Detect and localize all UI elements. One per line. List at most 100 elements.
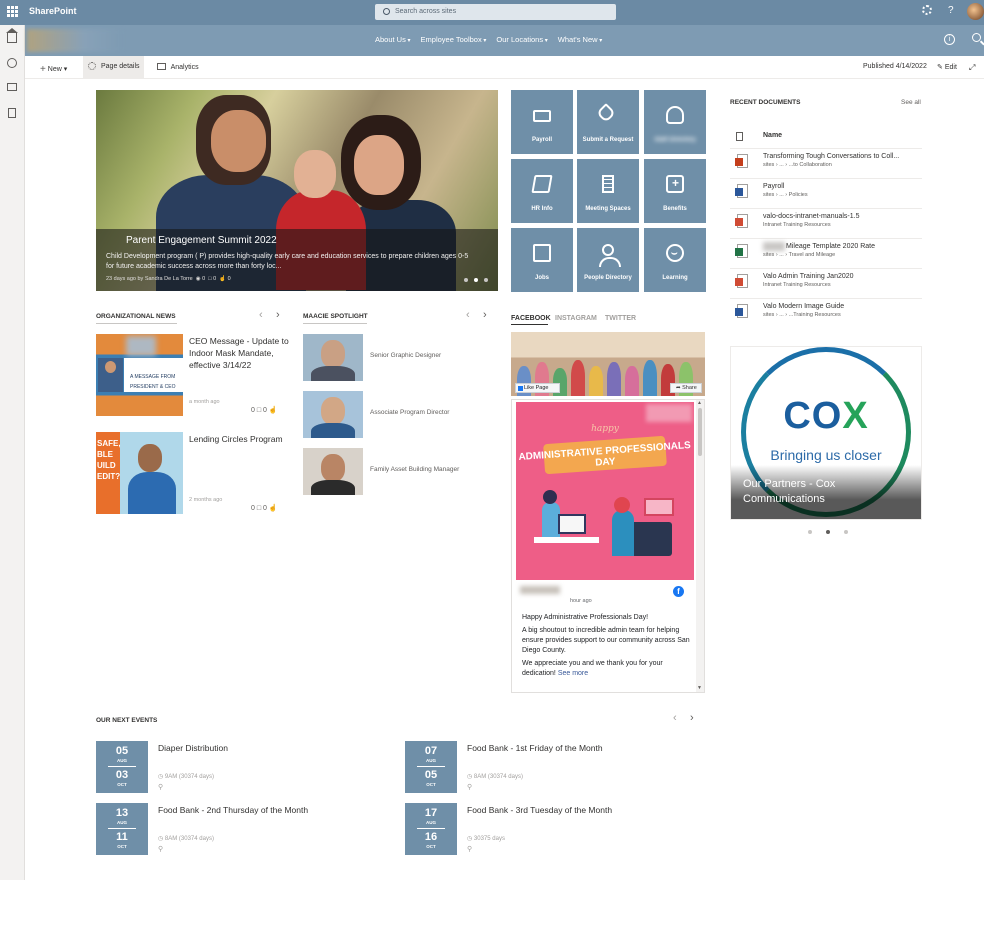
like-icon[interactable]: ☝ [269,407,278,414]
word-icon [735,304,748,318]
new-button[interactable]: + New ▾ [40,63,67,75]
name-column-header[interactable]: Name [763,132,782,139]
post-text-line: We appreciate you and we thank you for y… [522,659,692,679]
tile-jobs[interactable]: Jobs [511,228,573,292]
event-title[interactable]: Food Bank - 3rd Tuesday of the Month [467,805,612,815]
help-button[interactable]: ? [948,5,954,16]
site-logo[interactable] [27,29,123,52]
event-date-badge[interactable]: 13 AUG 11 OCT [96,803,148,855]
avatar[interactable] [303,391,363,438]
document-name: Transforming Tough Conversations to Coll… [763,153,900,160]
facebook-feed[interactable]: happy ADMINISTRATIVE PROFESSIONALS DAY h… [511,399,705,693]
avatar[interactable] [303,448,363,495]
facebook-icon[interactable]: f [673,586,684,597]
expand-icon[interactable]: ⤢ [969,63,975,73]
pager-dot[interactable] [808,530,812,534]
event-title[interactable]: Food Bank - 2nd Thursday of the Month [158,805,308,815]
post-author-redacted [520,586,560,594]
document-icon[interactable] [8,108,16,118]
location-pin-icon: ⚲ [467,846,473,853]
pager-dot[interactable] [826,530,830,534]
news-item-title[interactable]: Lending Circles Program [189,433,289,445]
event-title[interactable]: Diaper Distribution [158,743,228,753]
app-launcher-icon[interactable] [7,6,18,17]
nav-employee-toolbox[interactable]: Employee Toolbox [421,35,487,44]
document-row[interactable]: Mileage Template 2020 Rate sites › ... ›… [730,238,922,267]
tab-twitter[interactable]: TWITTER [605,315,636,322]
chevron-left-icon[interactable]: ‹ [259,309,263,321]
tile-people-directory[interactable]: People Directory [577,228,639,292]
scroll-thumb[interactable] [698,408,702,456]
share-button[interactable]: ➦ Share [670,383,702,393]
app-name[interactable]: SharePoint [29,6,77,16]
event-title[interactable]: Food Bank - 1st Friday of the Month [467,743,603,753]
event-date-badge[interactable]: 07 AUG 05 OCT [405,741,457,793]
document-row[interactable]: valo-docs-intranet-manuals-1.5 Intranet … [730,208,922,237]
tile-benefits[interactable]: Benefits [644,159,706,223]
like-icon[interactable]: ☝ [269,505,278,512]
event-start-day: 17 [424,807,438,819]
avatar[interactable] [303,334,363,381]
document-row[interactable]: Valo Modern Image Guide sites › ... › ..… [730,298,922,327]
scroll-up-icon[interactable]: ▲ [697,400,702,406]
home-icon[interactable] [6,28,18,43]
see-more-link[interactable]: See more [558,670,588,677]
document-name: Valo Modern Image Guide [763,303,845,310]
site-search-icon[interactable] [972,33,981,42]
tab-facebook[interactable]: FACEBOOK [511,315,551,322]
globe-icon[interactable] [7,58,17,68]
tile-submit-request[interactable]: Submit a Request [577,90,639,154]
location-pin-icon: ⚲ [158,784,164,791]
nav-about-us[interactable]: About Us [375,35,411,44]
hero-carousel[interactable]: Parent Engagement Summit 2022 Child Deve… [96,90,498,291]
document-row[interactable]: Valo Admin Training Jan2020 Intranet Tra… [730,268,922,297]
tile-staff-directory[interactable]: Staff Directory [644,90,706,154]
chevron-right-icon[interactable]: › [690,712,694,724]
tile-hr-info[interactable]: HR Info [511,159,573,223]
event-date-badge[interactable]: 05 AUG 03 OCT [96,741,148,793]
chevron-right-icon[interactable]: › [483,309,487,321]
chevron-right-icon[interactable]: › [276,309,280,321]
pager-dot[interactable] [474,278,478,282]
news-thumbnail[interactable]: SAFE, BLE UILD EDIT? [96,432,183,514]
analytics-button[interactable]: Analytics [157,63,199,71]
tile-learning[interactable]: Learning [644,228,706,292]
see-all-link[interactable]: See all [901,99,921,106]
event-time: ◷ 9AM (30374 days) [158,773,214,780]
edit-button[interactable]: ✎ Edit [937,63,957,71]
user-avatar[interactable] [967,3,984,20]
news-item-date: a month ago [189,399,220,405]
partner-caption[interactable]: Our Partners - Cox Communications [743,477,893,507]
scroll-down-icon[interactable]: ▼ [697,685,702,691]
tab-instagram[interactable]: INSTAGRAM [555,315,597,322]
news-icon[interactable] [7,83,17,91]
document-row[interactable]: Transforming Tough Conversations to Coll… [730,148,922,177]
info-icon[interactable]: i [944,34,955,45]
event-date-badge[interactable]: 17 AUG 16 OCT [405,803,457,855]
pager-dot[interactable] [484,278,488,282]
like-page-button[interactable]: Like Page [515,383,560,393]
document-row[interactable]: Payroll sites › ... › Policies [730,178,922,207]
chevron-left-icon[interactable]: ‹ [466,309,470,321]
news-thumbnail[interactable]: A MESSAGE FROM PRESIDENT & CEO [96,334,183,416]
tile-meeting-spaces[interactable]: Meeting Spaces [577,159,639,223]
chevron-left-icon[interactable]: ‹ [673,712,677,724]
post-image-happy: happy [591,424,619,434]
pager-dot[interactable] [464,278,468,282]
feed-scrollbar[interactable]: ▲ ▼ [696,400,704,692]
nav-whats-new[interactable]: What's New [558,35,602,44]
gear-icon [88,62,96,70]
pager-dot[interactable] [844,530,848,534]
page-details-button[interactable]: Page details [83,56,144,78]
facebook-post-image[interactable]: happy ADMINISTRATIVE PROFESSIONALS DAY [516,402,694,580]
news-item-title[interactable]: CEO Message - Update to Indoor Mask Mand… [189,335,289,371]
money-icon [533,110,551,122]
nav-our-locations[interactable]: Our Locations [496,35,547,44]
partner-carousel[interactable]: COX Bringing us closer Our Partners - Co… [730,346,922,520]
hero-title[interactable]: Parent Engagement Summit 2022 [126,235,277,246]
settings-gear-icon[interactable] [922,5,932,15]
search-input[interactable]: Search across sites [375,4,616,20]
like-icon: ☝ [219,276,227,282]
clock-icon: ◷ [467,774,473,780]
tile-payroll[interactable]: Payroll [511,90,573,154]
